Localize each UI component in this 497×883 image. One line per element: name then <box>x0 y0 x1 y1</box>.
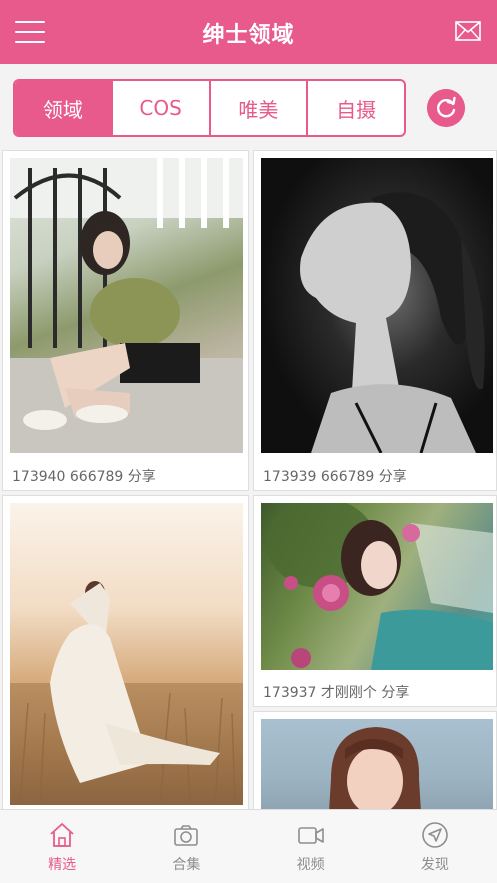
refresh-button[interactable] <box>427 89 465 127</box>
card-caption: 173939 666789 分享 <box>263 469 407 485</box>
photo-illustration <box>329 727 421 812</box>
photo-illustration <box>10 158 243 453</box>
bottom-nav: 精选 合集 视频 发现 <box>0 809 497 883</box>
camera-icon <box>174 825 199 846</box>
tab-selfie[interactable]: 自摄 <box>308 81 404 135</box>
photo-image <box>261 158 493 453</box>
photo-illustration <box>266 503 493 670</box>
compass-icon <box>422 822 448 848</box>
app-header: 绅士领域 <box>0 0 497 64</box>
page-title: 绅士领域 <box>202 23 295 48</box>
photo-card[interactable] <box>253 711 497 812</box>
nav-label: 视频 <box>296 857 325 873</box>
photo-card[interactable]: 173940 666789 分享 <box>2 150 249 491</box>
nav-discover[interactable]: 发现 <box>373 810 497 883</box>
photo-illustration <box>10 581 243 805</box>
tab-cos[interactable]: COS <box>113 81 211 135</box>
photo-image <box>261 719 493 812</box>
photo-image <box>10 158 243 453</box>
photo-card[interactable]: 173937 才刚刚个 分享 <box>253 495 497 707</box>
nav-collection[interactable]: 合集 <box>124 810 248 883</box>
photo-image <box>10 503 243 805</box>
nav-label: 精选 <box>48 857 77 873</box>
photo-illustration <box>300 192 485 453</box>
video-icon <box>297 827 324 844</box>
nav-label: 合集 <box>172 857 201 873</box>
mail-icon[interactable] <box>455 21 481 41</box>
card-caption: 173937 才刚刚个 分享 <box>263 685 410 701</box>
photo-image <box>261 503 493 670</box>
home-icon <box>50 823 74 847</box>
photo-card[interactable]: 173939 666789 分享 <box>253 150 497 491</box>
photo-card[interactable] <box>2 495 249 811</box>
tab-aesthetic[interactable]: 唯美 <box>211 81 309 135</box>
nav-featured[interactable]: 精选 <box>0 810 124 883</box>
nav-label: 发现 <box>420 857 449 873</box>
nav-video[interactable]: 视频 <box>249 810 373 883</box>
tab-domain[interactable]: 领域 <box>15 81 113 135</box>
category-tabs: 领域 COS 唯美 自摄 <box>13 79 406 137</box>
card-caption: 173940 666789 分享 <box>12 469 156 485</box>
